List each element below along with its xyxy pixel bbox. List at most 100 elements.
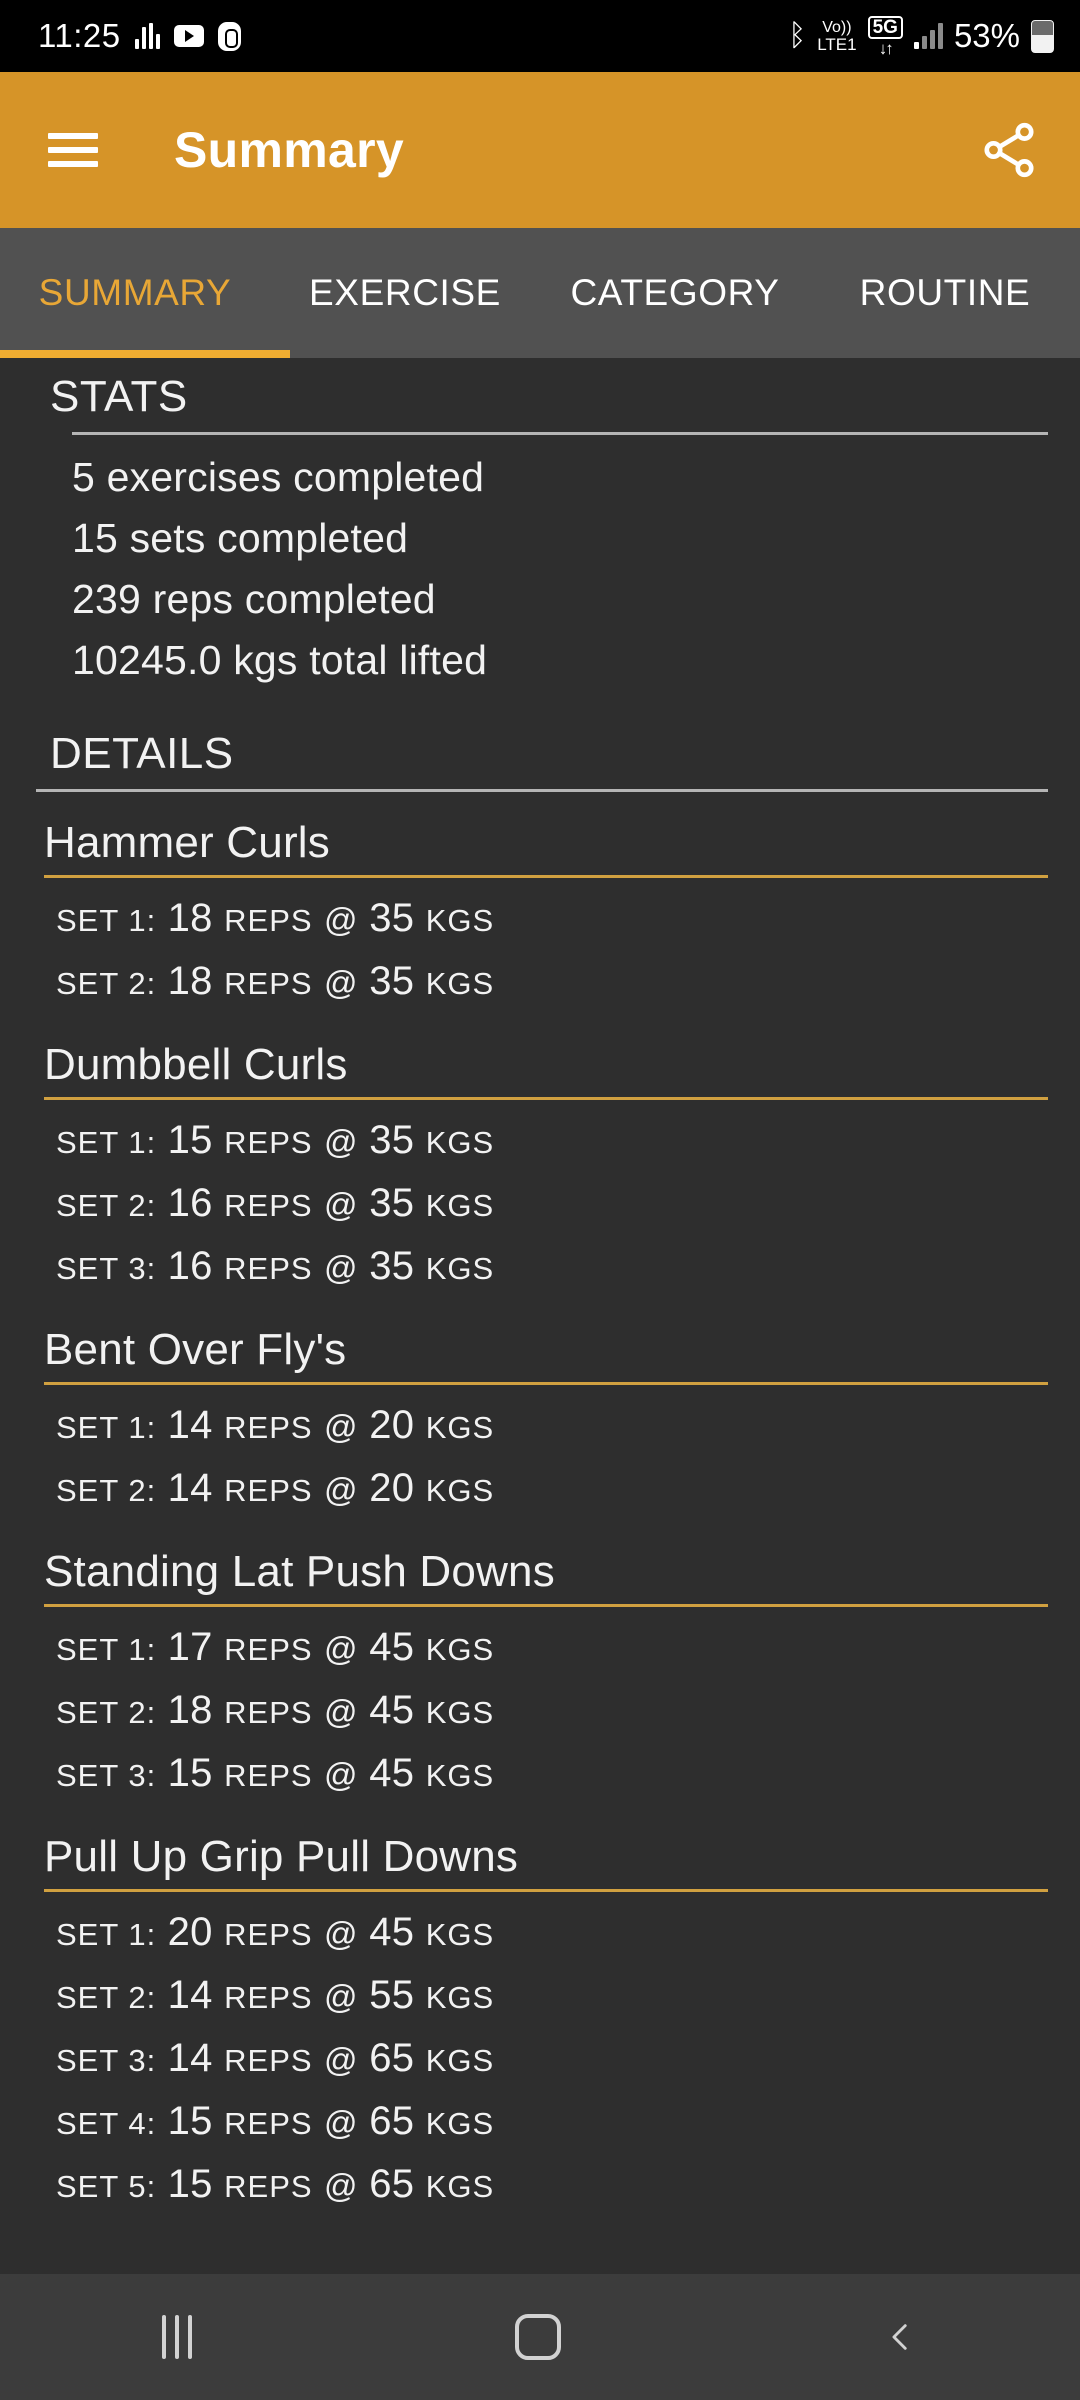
reps-unit-label: REPS [224,1632,313,1667]
reps-unit-label: REPS [224,966,313,1001]
at-symbol: @ [323,1408,358,1445]
stat-line: 10245.0 kgs total lifted [72,637,488,683]
weight-unit-label: KGS [425,1473,495,1508]
exercise-list: Hammer Curls SET 1: 18 REPS @ 35 KGS SET 2… [0,792,1080,2217]
exercise-name: Bent Over Fly's [44,1325,347,1374]
page-title: Summary [174,122,404,178]
set-weight-value: 20 [369,1466,415,1510]
set-label: SET 4: [56,2106,157,2141]
at-symbol: @ [323,2104,358,2141]
exercise-name: Dumbbell Curls [44,1040,348,1089]
battery-percent-label: 53% [953,17,1020,54]
set-weight-value: 35 [369,896,415,940]
exercise-name: Standing Lat Push Downs [44,1547,555,1596]
status-bar-right: ᛒ Vo)) LTE1 5G ↓↑ 53% [788,15,1054,57]
set-reps-value: 16 [167,1181,213,1225]
tab-routine[interactable]: ROUTINE [810,228,1080,358]
set-label: SET 3: [56,2043,157,2078]
set-line: SET 3: 14 REPS @ 65 KGS [56,2028,1080,2091]
weight-unit-label: KGS [425,2106,495,2141]
set-list: SET 1: 17 REPS @ 45 KGS SET 2: 18 REPS @ … [0,1607,1080,1806]
set-weight-value: 45 [369,1688,415,1732]
home-icon[interactable] [514,2314,561,2360]
set-weight-value: 45 [369,1751,415,1795]
set-line: SET 1: 15 REPS @ 35 KGS [56,1110,1080,1173]
tab-category[interactable]: CATEGORY [540,228,810,358]
exercise-block: Standing Lat Push Downs SET 1: 17 REPS @ … [0,1521,1080,1806]
youtube-icon [173,25,204,47]
set-weight-value: 65 [369,2099,415,2143]
tab-exercise[interactable]: EXERCISE [270,228,540,358]
reps-unit-label: REPS [224,1125,313,1160]
set-weight-value: 65 [369,2162,415,2206]
set-line: SET 5: 15 REPS @ 65 KGS [56,2154,1080,2217]
hamburger-menu-icon[interactable] [48,133,98,167]
weight-unit-label: KGS [425,2043,495,2078]
reps-unit-label: REPS [224,1188,313,1223]
set-reps-value: 20 [167,1910,213,1954]
set-reps-value: 14 [167,2036,213,2080]
set-label: SET 2: [56,966,157,1001]
set-reps-value: 14 [167,1973,213,2017]
set-reps-value: 14 [167,1403,213,1447]
set-label: SET 1: [56,1125,157,1160]
stats-list: 5 exercises completed 15 sets completed … [0,435,1080,691]
set-weight-value: 45 [369,1625,415,1669]
set-line: SET 2: 16 REPS @ 35 KGS [56,1173,1080,1236]
network-type-label: 5G [867,15,903,39]
network-type-icon: 5G ↓↑ [867,15,903,57]
recents-icon[interactable] [161,2315,192,2359]
set-line: SET 2: 18 REPS @ 45 KGS [56,1680,1080,1743]
set-label: SET 1: [56,1410,157,1445]
exercise-name: Pull Up Grip Pull Downs [44,1832,519,1881]
set-weight-value: 55 [369,1973,415,2017]
at-symbol: @ [323,2167,358,2204]
weight-unit-label: KGS [425,1632,495,1667]
set-line: SET 1: 14 REPS @ 20 KGS [56,1395,1080,1458]
set-reps-value: 14 [167,1466,213,1510]
reps-unit-label: REPS [224,1917,313,1952]
stat-line: 15 sets completed [72,515,409,561]
set-list: SET 1: 14 REPS @ 20 KGS SET 2: 14 REPS @ … [0,1385,1080,1521]
phone-screen: 11:25 ᛒ Vo)) LTE1 5G ↓↑ 53% Summary SUMM… [0,0,1080,2400]
reps-unit-label: REPS [224,1758,313,1793]
set-reps-value: 18 [167,896,213,940]
set-weight-value: 35 [369,1181,415,1225]
reps-unit-label: REPS [224,1251,313,1286]
summary-content[interactable]: STATS 5 exercises completed 15 sets comp… [0,358,1080,2274]
reps-unit-label: REPS [224,1410,313,1445]
weight-unit-label: KGS [425,1980,495,2015]
details-heading: DETAILS [50,729,234,778]
system-navigation-bar [0,2274,1080,2400]
set-reps-value: 15 [167,2162,213,2206]
set-reps-value: 17 [167,1625,213,1669]
signal-strength-icon [913,23,943,49]
set-reps-value: 18 [167,959,213,1003]
weight-unit-label: KGS [425,966,495,1001]
set-line: SET 2: 14 REPS @ 20 KGS [56,1458,1080,1521]
set-weight-value: 35 [369,1244,415,1288]
weight-unit-label: KGS [425,1695,495,1730]
app-bar: Summary [0,72,1080,228]
set-weight-value: 35 [369,1118,415,1162]
set-label: SET 1: [56,1632,157,1667]
at-symbol: @ [323,1123,358,1160]
at-symbol: @ [323,901,358,938]
set-label: SET 3: [56,1758,157,1793]
exercise-name: Hammer Curls [44,818,330,867]
weight-unit-label: KGS [425,1188,495,1223]
at-symbol: @ [323,1693,358,1730]
status-bar: 11:25 ᛒ Vo)) LTE1 5G ↓↑ 53% [0,0,1080,72]
tab-summary[interactable]: SUMMARY [0,228,270,358]
at-symbol: @ [323,964,358,1001]
set-label: SET 2: [56,1188,157,1223]
set-weight-value: 35 [369,959,415,1003]
battery-icon [1031,19,1054,53]
set-line: SET 1: 17 REPS @ 45 KGS [56,1617,1080,1680]
set-label: SET 2: [56,1980,157,2015]
reps-unit-label: REPS [224,1980,313,2015]
share-icon[interactable] [978,119,1040,181]
exercise-block: Bent Over Fly's SET 1: 14 REPS @ 20 KGS SE… [0,1299,1080,1521]
back-icon[interactable] [884,2320,918,2354]
set-label: SET 1: [56,903,157,938]
